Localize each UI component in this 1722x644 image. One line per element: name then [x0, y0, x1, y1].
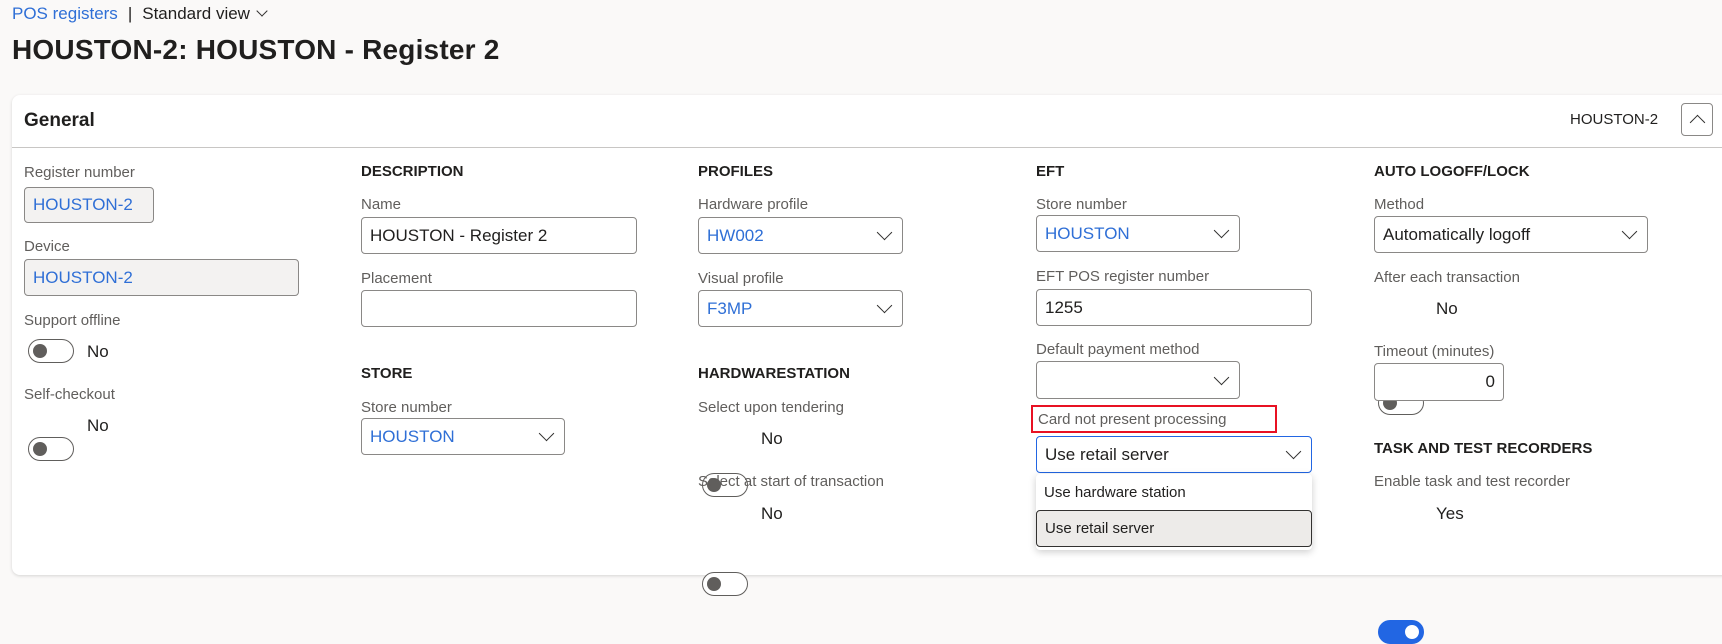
collapse-button[interactable] [1681, 103, 1713, 136]
after-each-transaction-value: No [1436, 299, 1458, 318]
profiles-heading: PROFILES [698, 163, 774, 180]
device-field[interactable]: HOUSTON-2 [24, 259, 299, 296]
select-at-start-label: Select at start of transaction [698, 473, 884, 490]
select-at-start-toggle[interactable] [702, 572, 748, 596]
card-not-present-dropdown: Use hardware station Use retail server [1036, 474, 1312, 550]
self-checkout-value: No [87, 416, 109, 435]
store-heading: STORE [361, 365, 413, 382]
store-number-select[interactable]: HOUSTON [361, 418, 565, 455]
chevron-down-icon [1213, 369, 1230, 385]
dropdown-option[interactable]: Use hardware station [1036, 474, 1312, 510]
chevron-down-icon [1285, 443, 1302, 460]
dropdown-option-selected[interactable]: Use retail server [1036, 510, 1312, 547]
eft-store-number-label: Store number [1036, 196, 1127, 213]
hardware-profile-value: HW002 [707, 225, 764, 245]
view-selector[interactable]: Standard view [142, 4, 250, 23]
self-checkout-label: Self-checkout [24, 386, 115, 403]
timeout-input[interactable]: 0 [1374, 363, 1504, 401]
method-label: Method [1374, 196, 1425, 213]
card-not-present-label: Card not present processing [1038, 411, 1227, 428]
name-label: Name [361, 196, 402, 213]
select-upon-tendering-label: Select upon tendering [698, 399, 844, 416]
placement-label: Placement [361, 270, 432, 287]
hardware-profile-select[interactable]: HW002 [698, 217, 903, 254]
chevron-down-icon [1621, 223, 1638, 240]
timeout-label: Timeout (minutes) [1374, 343, 1495, 360]
eft-heading: EFT [1036, 163, 1065, 180]
default-payment-label: Default payment method [1036, 341, 1200, 358]
breadcrumb: POS registers | Standard view [12, 4, 268, 24]
auto-logoff-heading: AUTO LOGOFF/LOCK [1374, 163, 1530, 180]
chevron-up-icon [1689, 114, 1705, 131]
self-checkout-toggle[interactable] [28, 437, 74, 461]
enable-recorder-value: Yes [1436, 504, 1464, 523]
after-each-transaction-label: After each transaction [1374, 269, 1520, 286]
breadcrumb-link[interactable]: POS registers [12, 4, 118, 23]
hardware-profile-label: Hardware profile [698, 196, 809, 213]
register-number-label: Register number [24, 164, 135, 181]
default-payment-select[interactable] [1036, 361, 1240, 399]
recorders-heading: TASK AND TEST RECORDERS [1374, 440, 1593, 457]
select-upon-tendering-value: No [761, 429, 783, 448]
eft-store-number-value: HOUSTON [1045, 223, 1130, 243]
method-select[interactable]: Automatically logoff [1374, 216, 1648, 253]
name-input[interactable]: HOUSTON - Register 2 [361, 217, 637, 254]
placement-input[interactable] [361, 290, 637, 327]
support-offline-value: No [87, 342, 109, 361]
description-heading: DESCRIPTION [361, 163, 464, 180]
divider [12, 147, 1722, 148]
chevron-down-icon[interactable] [256, 5, 268, 17]
select-at-start-value: No [761, 504, 783, 523]
visual-profile-value: F3MP [707, 298, 753, 318]
support-offline-toggle[interactable] [28, 339, 74, 363]
support-offline-label: Support offline [24, 312, 121, 329]
register-number-field[interactable]: HOUSTON-2 [24, 187, 154, 223]
breadcrumb-separator: | [127, 4, 133, 23]
chevron-down-icon [1213, 222, 1230, 239]
chevron-down-icon [538, 425, 555, 442]
page-title: HOUSTON-2: HOUSTON - Register 2 [12, 34, 500, 65]
enable-recorder-toggle[interactable] [1378, 620, 1424, 644]
enable-recorder-label: Enable task and test recorder [1374, 473, 1570, 490]
visual-profile-select[interactable]: F3MP [698, 290, 903, 327]
visual-profile-label: Visual profile [698, 270, 784, 287]
card-not-present-value: Use retail server [1045, 444, 1169, 464]
section-title[interactable]: General [24, 110, 95, 132]
hardwarestation-heading: HARDWARESTATION [698, 365, 850, 382]
chevron-down-icon [876, 297, 893, 314]
store-number-value: HOUSTON [370, 426, 455, 446]
device-label: Device [24, 238, 70, 255]
section-summary: HOUSTON-2 [1570, 111, 1659, 128]
card-not-present-select[interactable]: Use retail server [1036, 436, 1312, 473]
method-value: Automatically logoff [1383, 224, 1531, 244]
eft-store-number-select[interactable]: HOUSTON [1036, 215, 1240, 252]
eft-register-input[interactable]: 1255 [1036, 289, 1312, 326]
eft-register-label: EFT POS register number [1036, 268, 1210, 285]
chevron-down-icon [876, 224, 893, 241]
store-number-label: Store number [361, 399, 452, 416]
